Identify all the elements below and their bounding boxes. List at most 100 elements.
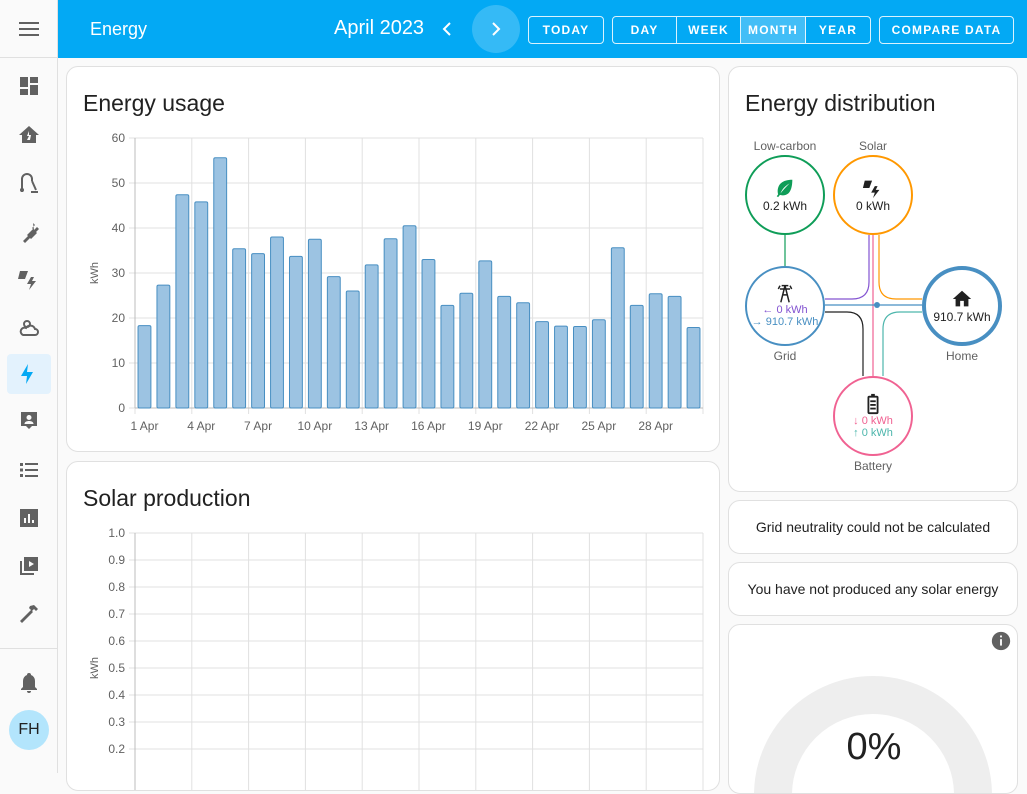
grid-node[interactable]: ← 0 kWh → 910.7 kWh bbox=[745, 266, 825, 346]
sidebar-item-solar[interactable] bbox=[7, 259, 51, 299]
range-month-button[interactable]: MONTH bbox=[741, 17, 806, 43]
page-title: Energy bbox=[90, 19, 148, 39]
sidebar-item-media[interactable] bbox=[7, 546, 51, 586]
y-axis-label: kWh bbox=[89, 262, 101, 284]
home-lightning-icon bbox=[19, 126, 39, 143]
sidebar-item-energy[interactable] bbox=[7, 354, 51, 394]
range-day-button[interactable]: DAY bbox=[613, 17, 677, 43]
bar bbox=[610, 247, 625, 409]
grid-to-battery-flow bbox=[825, 311, 864, 376]
y-axis-label: kWh bbox=[89, 657, 101, 679]
compare-data-button[interactable]: COMPARE DATA bbox=[879, 16, 1014, 44]
battery-in-text: 0 kWh bbox=[861, 427, 893, 439]
menu-button[interactable] bbox=[0, 0, 57, 58]
y-tick-label: 0.5 bbox=[108, 661, 125, 675]
sidebar-item-vacuum[interactable] bbox=[7, 163, 51, 203]
energy-usage-card: Energy usage 0 10 20 30 40 50 60 kWh 1 Apr 4 Apr 7… bbox=[66, 66, 720, 452]
home-value: 910.7 kWh bbox=[933, 310, 991, 324]
bar bbox=[137, 325, 152, 409]
y-tick-label: 40 bbox=[112, 221, 126, 235]
y-tick-label: 0.6 bbox=[108, 634, 125, 648]
grid-consumption-value: → 910.7 kWh bbox=[751, 316, 819, 328]
x-tick-label: 22 Apr bbox=[525, 419, 560, 433]
bar bbox=[288, 255, 303, 409]
bar bbox=[459, 292, 474, 409]
top-app-bar: Energy April 2023 TODAY DAY WEEK MONTH Y… bbox=[58, 0, 1027, 58]
notifications-button[interactable] bbox=[7, 663, 51, 703]
solar-to-home-flow bbox=[878, 235, 922, 300]
bar bbox=[194, 201, 209, 409]
battery-node[interactable]: ↓ 0 kWh ↑ 0 kWh bbox=[833, 376, 913, 456]
x-tick-label: 4 Apr bbox=[187, 419, 215, 433]
list-icon bbox=[20, 463, 38, 477]
sidebar-item-developer-tools[interactable] bbox=[7, 594, 51, 634]
bar bbox=[156, 284, 171, 409]
grid-out-text: 0 kWh bbox=[776, 304, 808, 316]
sidebar-item-overview[interactable] bbox=[7, 66, 51, 106]
grid-return-value: ← 0 kWh bbox=[762, 304, 808, 316]
sidebar-item-home-energy[interactable] bbox=[7, 115, 51, 155]
home-node[interactable]: 910.7 kWh bbox=[922, 266, 1002, 346]
solar-power-icon bbox=[862, 180, 880, 199]
bar bbox=[402, 225, 417, 409]
sidebar-item-weather[interactable] bbox=[7, 307, 51, 347]
x-tick-label: 28 Apr bbox=[638, 419, 673, 433]
chevron-left-icon bbox=[442, 22, 451, 36]
battery-icon bbox=[867, 393, 879, 415]
hammer-icon bbox=[20, 605, 38, 623]
y-tick-label: 0.9 bbox=[108, 553, 125, 567]
bar bbox=[270, 236, 284, 409]
next-period-button[interactable] bbox=[472, 5, 520, 53]
bar bbox=[497, 295, 512, 409]
solar-consumed-card: You have not produced any solar energy bbox=[728, 562, 1018, 616]
y-tick-label: 0.2 bbox=[108, 742, 125, 756]
range-week-button[interactable]: WEEK bbox=[677, 17, 741, 43]
vacuum-icon bbox=[20, 173, 38, 193]
leaf-icon bbox=[776, 179, 793, 198]
bell-icon bbox=[21, 673, 37, 693]
period-label: April 2023 bbox=[334, 17, 425, 39]
bar bbox=[345, 290, 360, 409]
y-tick-label: 0 bbox=[118, 401, 125, 415]
solar-power-icon bbox=[18, 271, 36, 290]
sidebar-item-history[interactable] bbox=[7, 498, 51, 538]
bar bbox=[572, 326, 587, 409]
y-tick-label: 0.7 bbox=[108, 607, 125, 621]
solar-message-text: You have not produced any solar energy bbox=[747, 581, 999, 597]
solar-to-grid-flow bbox=[825, 235, 870, 300]
sidebar-item-logbook[interactable] bbox=[7, 450, 51, 490]
energy-usage-chart: 0 10 20 30 40 50 60 kWh 1 Apr 4 Apr 7 Apr 10 Apr 13 … bbox=[89, 131, 704, 433]
y-tick-label: 20 bbox=[112, 311, 126, 325]
battery-label: Battery bbox=[853, 459, 892, 473]
chart-icon bbox=[20, 509, 38, 527]
battery-out-value: ↓ 0 kWh bbox=[853, 415, 893, 427]
gauge-value: 0% bbox=[846, 726, 902, 768]
home-icon bbox=[952, 290, 972, 307]
solar-node[interactable]: 0 kWh bbox=[833, 155, 913, 235]
bar bbox=[591, 319, 606, 409]
today-button[interactable]: TODAY bbox=[528, 16, 604, 44]
y-tick-label: 50 bbox=[112, 176, 126, 190]
y-tick-label: 0.4 bbox=[108, 688, 125, 702]
sidebar-item-plug[interactable] bbox=[7, 212, 51, 252]
bar bbox=[629, 304, 644, 409]
sidebar-item-person[interactable] bbox=[7, 401, 51, 441]
bar bbox=[516, 302, 531, 409]
x-tick-label: 7 Apr bbox=[244, 419, 272, 433]
range-year-button[interactable]: YEAR bbox=[806, 17, 870, 43]
low-carbon-node[interactable]: 0.2 kWh bbox=[745, 155, 825, 235]
gauge-card: 0% bbox=[728, 624, 1018, 794]
avatar[interactable]: FH bbox=[9, 710, 49, 750]
bar bbox=[251, 253, 266, 409]
person-card-icon bbox=[21, 412, 37, 429]
sidebar: FH bbox=[0, 0, 58, 773]
grid-neutrality-card: Grid neutrality could not be calculated bbox=[728, 500, 1018, 554]
solar-production-chart: 1.0 0.9 0.8 0.7 0.6 0.5 0.4 0.3 0.2 kWh bbox=[89, 526, 704, 790]
sidebar-divider bbox=[0, 648, 58, 649]
battery-out-text: 0 kWh bbox=[861, 415, 893, 427]
previous-period-button[interactable] bbox=[432, 14, 462, 44]
chevron-right-icon bbox=[492, 22, 501, 36]
range-selector: DAY WEEK MONTH YEAR bbox=[612, 16, 871, 44]
bar bbox=[648, 293, 663, 409]
low-carbon-value: 0.2 kWh bbox=[762, 199, 807, 213]
